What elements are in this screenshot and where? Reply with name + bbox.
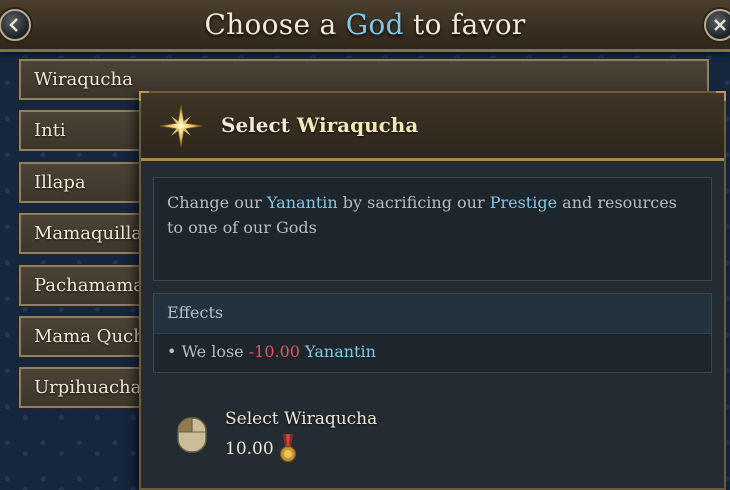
action-label: Select Wiraqucha	[225, 409, 378, 429]
god-option-label: Urpihuachac	[34, 377, 152, 399]
tooltip-title: Select Wiraqucha	[221, 113, 418, 137]
god-tooltip: Select Wiraqucha Change our Yanantin by …	[139, 91, 726, 490]
title-suffix: to favor	[403, 8, 526, 41]
prestige-keyword: Prestige	[489, 193, 558, 212]
title-highlight: God	[345, 8, 404, 41]
desc-text: Change our	[167, 193, 267, 212]
effects-heading: Effects	[154, 294, 711, 334]
tooltip-description: Change our Yanantin by sacrificing our P…	[153, 177, 712, 281]
effect-text: We lose	[176, 342, 249, 361]
effects-section: Effects • We lose -10.00 Yanantin	[153, 293, 712, 373]
god-option-label: Inti	[34, 120, 66, 142]
effect-value: -10.00	[248, 342, 300, 361]
select-action[interactable]: Select Wiraqucha 10.00	[173, 405, 693, 465]
tooltip-title-name: Wiraqucha	[296, 113, 419, 137]
action-cost: 10.00	[225, 439, 274, 459]
tooltip-title-prefix: Select	[221, 113, 297, 137]
god-option-label: Wiraqucha	[34, 69, 133, 90]
effect-line: • We lose -10.00 Yanantin	[154, 334, 711, 370]
god-option-label: Pachamama	[34, 274, 145, 296]
title-bar: Choose a God to favor	[0, 0, 730, 52]
god-option-label: Mamaquilla	[34, 223, 143, 245]
page-title: Choose a God to favor	[0, 8, 730, 41]
mouse-left-click-icon	[177, 417, 207, 453]
effect-target: Yanantin	[305, 342, 376, 361]
god-option-label: Illapa	[34, 171, 86, 193]
desc-text: by sacrificing our	[337, 193, 490, 212]
compass-star-icon	[159, 104, 203, 148]
tooltip-header: Select Wiraqucha	[141, 93, 724, 161]
close-x-icon[interactable]	[704, 9, 730, 41]
prestige-medal-icon	[279, 434, 297, 463]
title-prefix: Choose a	[204, 8, 346, 41]
yanantin-keyword: Yanantin	[266, 193, 338, 212]
